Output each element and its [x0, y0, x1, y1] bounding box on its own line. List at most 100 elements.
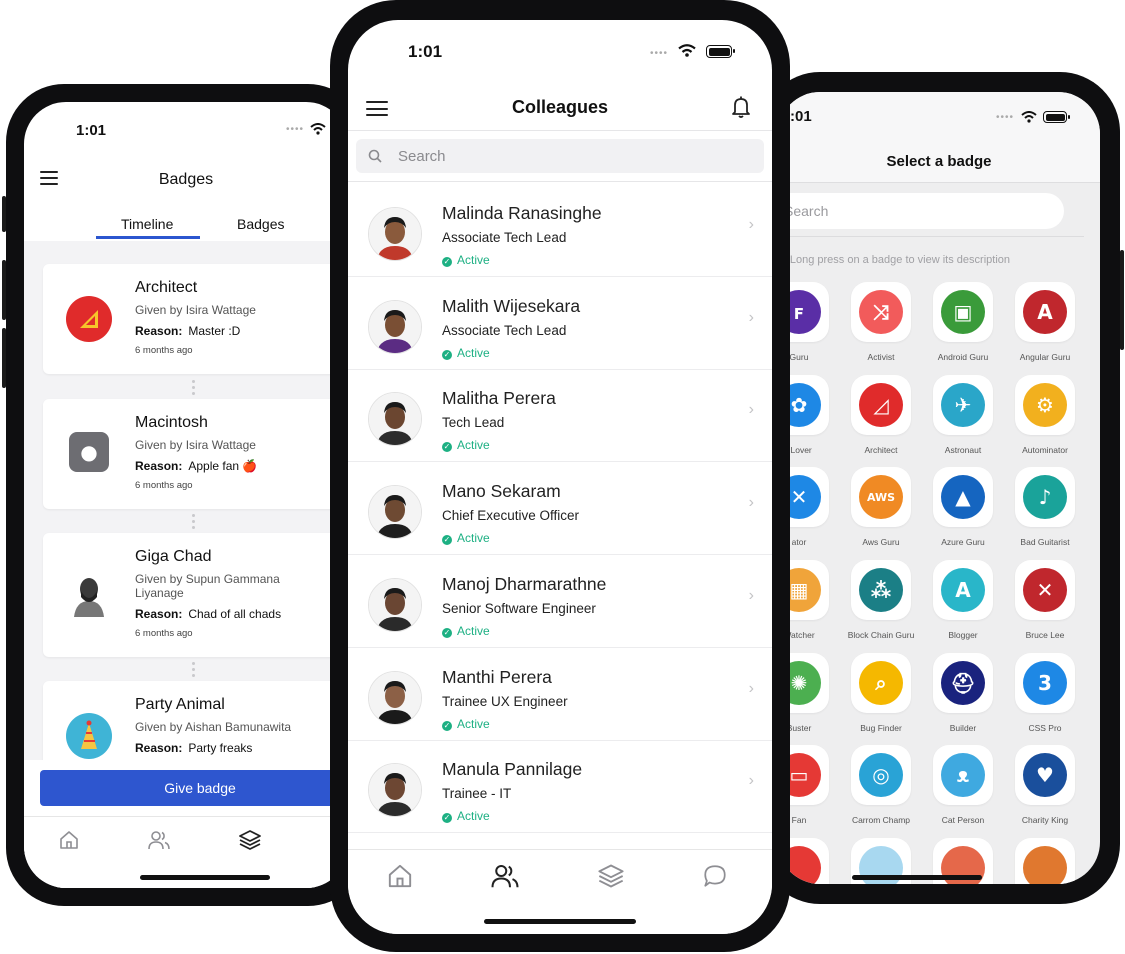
middle-phone: 1:01 •••• Colleagues Search Malinda Rana…	[330, 0, 790, 952]
given-by: Given by Aishan Bamunawita	[135, 720, 292, 734]
badge-icon: 3	[1023, 661, 1067, 705]
badge-icon: A	[1023, 290, 1067, 334]
avatar	[368, 299, 422, 354]
colleague-row[interactable]: Malinda Ranasinghe Associate Tech Lead ✓ Ac…	[348, 184, 772, 277]
search-input[interactable]: Search	[356, 139, 764, 173]
wifi-icon	[1021, 111, 1037, 123]
badge-tile: ⛑	[933, 653, 993, 713]
badge-tile: ▣	[933, 282, 993, 342]
badge-icon: AWS	[859, 475, 903, 519]
chat-icon[interactable]	[702, 863, 728, 889]
badge-option[interactable]: ᴥ Cat Person	[922, 745, 1004, 835]
badge-icon: ♥	[1023, 753, 1067, 797]
badge-label: Autominator	[1022, 445, 1068, 455]
chevron-right-icon: ›	[748, 401, 754, 419]
right-phone: :01 •••• Select a badge Search •Long pre…	[760, 72, 1124, 904]
badge-option[interactable]: ⚙ Autominator	[1004, 375, 1086, 465]
badge-option[interactable]: ♥ Charity King	[1004, 745, 1086, 835]
badge-option[interactable]: ◎ Carrom Champ	[840, 745, 922, 835]
given-by: Given by Isira Wattage	[135, 303, 256, 317]
badge-icon: ♪	[1023, 475, 1067, 519]
badge-option[interactable]: A Blogger	[922, 560, 1004, 650]
badge-label: Cat Person	[941, 815, 985, 825]
timestamp: 6 months ago	[135, 480, 193, 491]
badge-card[interactable]: Architect Given by Isira Wattage Reason:…	[43, 264, 348, 374]
home-icon[interactable]	[386, 862, 414, 890]
status-time: 1:01	[408, 42, 443, 61]
timestamp: 6 months ago	[135, 628, 193, 639]
badge-option[interactable]: AWS Aws Guru	[840, 467, 922, 557]
badge-icon: ᴥ	[941, 753, 985, 797]
badge-tile: 3	[1015, 653, 1075, 713]
badge-name: Party Animal	[135, 696, 225, 713]
check-icon: ✓	[442, 720, 452, 731]
badge-icon: ⤨	[859, 290, 903, 334]
give-badge-bar: Give badge	[24, 760, 348, 816]
people-icon[interactable]	[147, 829, 171, 851]
given-by: Given by Isira Wattage	[135, 438, 256, 452]
colleague-name: Manthi Perera	[442, 666, 552, 687]
apple-icon: ●	[69, 432, 109, 472]
badge-option[interactable]: ⁂ Block Chain Guru	[840, 560, 922, 650]
badge-option[interactable]	[1004, 838, 1086, 884]
status-badge: ✓ Active	[442, 438, 490, 453]
layers-icon[interactable]	[597, 862, 625, 890]
badge-option[interactable]: ▲ Azure Guru	[922, 467, 1004, 557]
badge-card[interactable]: Giga Chad Given by Supun Gammana Liyanag…	[43, 533, 348, 657]
home-icon[interactable]	[58, 829, 80, 851]
badge-icon: ⚙	[1023, 383, 1067, 427]
layers-icon[interactable]	[238, 828, 262, 852]
badge-search-input[interactable]: Search	[778, 193, 1064, 229]
badge-label: Block Chain Guru	[847, 630, 915, 640]
tab-badges[interactable]: Badges	[237, 216, 284, 232]
badge-option[interactable]: ♪ Bad Guitarist	[1004, 467, 1086, 557]
colleague-role: Associate Tech Lead	[442, 322, 567, 338]
given-by: Given by Supun Gammana Liyanage	[135, 572, 280, 600]
badge-option[interactable]: ✕ Bruce Lee	[1004, 560, 1086, 650]
bell-icon[interactable]	[730, 95, 752, 119]
colleague-name: Malinda Ranasinghe	[442, 203, 602, 223]
colleague-row[interactable]: Mano Sekaram Chief Executive Officer ✓ Acti…	[348, 462, 772, 556]
home-indicator	[140, 875, 270, 880]
colleague-row[interactable]: Malith Wijesekara Associate Tech Lead ✓ Act…	[348, 277, 772, 370]
colleague-row[interactable]: Manthi Perera Trainee UX Engineer ✓ Active ›	[348, 648, 772, 741]
battery-icon	[1043, 111, 1070, 123]
badge-tile: A	[933, 560, 993, 620]
badge-option[interactable]: 3 CSS Pro	[1004, 653, 1086, 743]
status-badge: ✓ Active	[442, 531, 490, 546]
reason-line: Reason: Apple fan 🍎	[135, 459, 258, 473]
badge-option[interactable]: ▣ Android Guru	[922, 282, 1004, 372]
hint-text: •Long press on a badge to view its descr…	[782, 254, 1010, 266]
badge-icon	[1023, 846, 1067, 884]
badge-option[interactable]: ⤨ Activist	[840, 282, 922, 372]
badge-option[interactable]: ✈ Astronaut	[922, 375, 1004, 465]
colleague-name: Manoj Dharmarathne	[442, 573, 607, 594]
badge-option[interactable]: ⛑ Builder	[922, 653, 1004, 743]
colleague-role: Trainee UX Engineer	[442, 693, 568, 709]
badge-icon: ⛑	[941, 661, 985, 705]
colleague-name: Malith Wijesekara	[442, 295, 581, 316]
badge-option[interactable]: A Angular Guru	[1004, 282, 1086, 372]
badge-card[interactable]: ● Macintosh Given by Isira Wattage Reaso…	[43, 399, 348, 509]
colleague-row[interactable]: Manula Pannilage Trainee - IT ✓ Active ›	[348, 740, 772, 834]
check-icon: ✓	[442, 349, 452, 360]
badge-name: Giga Chad	[135, 548, 212, 565]
status-time: :01	[790, 108, 812, 125]
badge-label: Astronaut	[944, 445, 982, 455]
colleague-row[interactable]: Manoj Dharmarathne Senior Software Engine…	[348, 555, 772, 648]
people-icon[interactable]	[490, 862, 520, 890]
badge-icon: ◿	[859, 383, 903, 427]
badge-tile: AWS	[851, 467, 911, 527]
status-time: 1:01	[76, 122, 107, 139]
badge-option[interactable]: ◿ Architect	[840, 375, 922, 465]
check-icon: ✓	[442, 813, 452, 824]
badge-option[interactable]: ⌕ Bug Finder	[840, 653, 922, 743]
timeline-connector	[192, 514, 195, 532]
chevron-right-icon: ›	[748, 308, 754, 326]
give-badge-button[interactable]: Give badge	[40, 770, 348, 806]
triangle-ruler-icon	[66, 296, 112, 342]
colleague-row[interactable]: Malitha Perera Tech Lead ✓ Active ›	[348, 369, 772, 463]
badge-icon: ⌕	[859, 661, 903, 705]
badge-label: Blogger	[948, 630, 978, 640]
tab-timeline[interactable]: Timeline	[121, 216, 173, 232]
